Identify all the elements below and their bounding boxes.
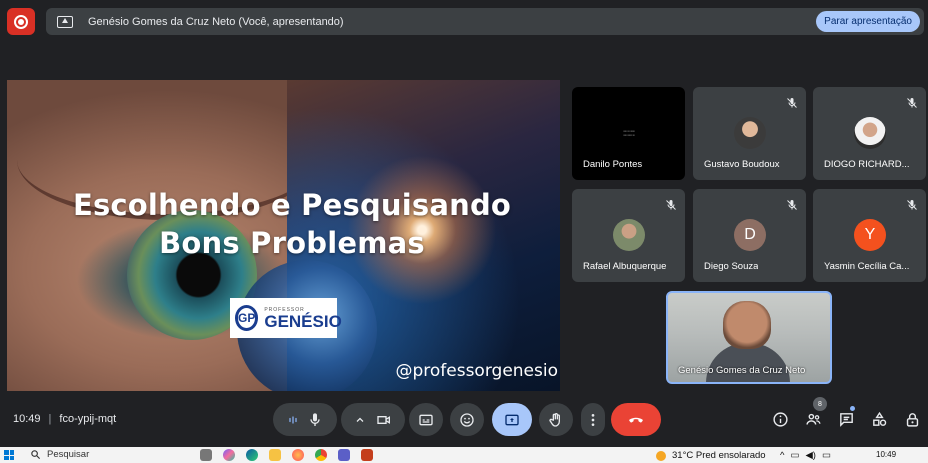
taskbar-search[interactable]: Pesquisar bbox=[30, 449, 89, 460]
people-button[interactable] bbox=[803, 409, 823, 429]
taskbar-clock[interactable]: 10:49 bbox=[876, 450, 896, 459]
participant-avatar: Y bbox=[854, 219, 886, 251]
participant-avatar: D bbox=[734, 219, 766, 251]
copilot-icon[interactable] bbox=[223, 449, 235, 461]
mic-off-icon bbox=[907, 98, 917, 108]
recording-indicator-button[interactable] bbox=[7, 8, 35, 35]
system-tray: ^ ▭ ◀) ▭ bbox=[780, 450, 831, 461]
activities-button[interactable] bbox=[869, 409, 889, 429]
mic-off-icon bbox=[907, 200, 917, 210]
sun-icon bbox=[656, 450, 666, 461]
self-name: Genésio Gomes da Cruz Neto bbox=[678, 365, 806, 376]
file-explorer-icon[interactable] bbox=[269, 449, 281, 461]
participant-name: Yasmin Cecília Ca... bbox=[824, 261, 910, 272]
present-screen-button[interactable] bbox=[492, 403, 532, 436]
logo-big-text: GENÉSIO bbox=[264, 311, 342, 331]
call-end-icon bbox=[629, 417, 643, 422]
microphone-icon bbox=[310, 412, 320, 426]
chevron-up-icon[interactable]: ^ bbox=[780, 450, 784, 461]
slide-title-line1: Escolhendo e Pesquisando bbox=[72, 188, 512, 222]
participant-name: Rafael Albuquerque bbox=[583, 261, 667, 272]
presentation-slide: Escolhendo e Pesquisando Bons Problemas … bbox=[7, 80, 560, 391]
participant-name: Danilo Pontes bbox=[583, 159, 643, 170]
emoji-icon bbox=[460, 412, 474, 427]
host-controls-button[interactable] bbox=[902, 409, 922, 429]
microphone-control[interactable] bbox=[273, 403, 337, 436]
present-screen-icon bbox=[57, 15, 73, 28]
participant-name: Diego Souza bbox=[704, 261, 759, 272]
self-view-tile[interactable]: Genésio Gomes da Cruz Neto bbox=[666, 291, 832, 384]
record-icon bbox=[14, 14, 28, 29]
edge-icon[interactable] bbox=[246, 449, 258, 461]
participant-tile[interactable]: Y Yasmin Cecília Ca... bbox=[813, 189, 926, 282]
mic-off-icon bbox=[666, 200, 676, 210]
participant-avatar bbox=[734, 117, 766, 149]
participant-avatar bbox=[613, 219, 645, 251]
participant-tile[interactable]: Rafael Albuquerque bbox=[572, 189, 685, 282]
task-view-icon[interactable] bbox=[200, 449, 212, 461]
meeting-info: 10:49 | fco-ypij-mqt bbox=[13, 413, 117, 425]
chrome-icon[interactable] bbox=[315, 449, 327, 461]
professor-genesio-logo: GP PROFESSOR GENÉSIO bbox=[230, 298, 342, 338]
chat-icon bbox=[839, 412, 853, 427]
powerpoint-icon[interactable] bbox=[361, 449, 373, 461]
participant-tile[interactable]: ▪▪▪ ▪▪ ▪▪▪▪ ▪▪▪ ▪▪▪▪ ▪▪ Danilo Pontes bbox=[572, 87, 685, 180]
logo-mark: GP bbox=[235, 305, 259, 331]
battery-icon[interactable]: ▭ bbox=[822, 450, 831, 461]
participant-name: DIOGO RICHARD... bbox=[824, 159, 910, 170]
camera-icon bbox=[377, 415, 390, 424]
participant-name: Gustavo Boudoux bbox=[704, 159, 780, 170]
participant-tile[interactable]: DIOGO RICHARD... bbox=[813, 87, 926, 180]
search-placeholder: Pesquisar bbox=[47, 449, 90, 460]
chat-button[interactable] bbox=[836, 409, 856, 429]
mic-off-icon bbox=[787, 98, 797, 108]
camera-control[interactable] bbox=[341, 403, 405, 436]
firefox-icon[interactable] bbox=[292, 449, 304, 461]
audio-level-icon bbox=[289, 415, 297, 424]
captions-button[interactable] bbox=[409, 403, 443, 436]
slide-title-line2: Bons Problemas bbox=[159, 226, 425, 260]
captions-icon bbox=[419, 414, 433, 425]
slide-title: Escolhendo e Pesquisando Bons Problemas bbox=[7, 186, 560, 262]
meet-window: Genésio Gomes da Cruz Neto (Você, aprese… bbox=[0, 0, 928, 463]
taskbar-apps bbox=[200, 449, 373, 461]
chevron-up-icon bbox=[356, 417, 364, 422]
windows-taskbar: Pesquisar 31°C Pred ensolarado ^ ▭ ◀) ▭ … bbox=[0, 447, 928, 463]
hand-icon bbox=[549, 412, 560, 427]
raise-hand-button[interactable] bbox=[539, 403, 573, 436]
present-to-all-icon bbox=[505, 414, 519, 425]
stop-presenting-button[interactable]: Parar apresentação bbox=[816, 11, 920, 32]
mic-off-icon bbox=[787, 200, 797, 210]
more-options-button[interactable] bbox=[581, 403, 605, 436]
teams-icon[interactable] bbox=[338, 449, 350, 461]
social-handle: @professorgenesio bbox=[395, 361, 558, 381]
volume-icon[interactable]: ◀) bbox=[805, 450, 815, 461]
info-icon bbox=[772, 411, 788, 427]
weather-text: 31°C Pred ensolarado bbox=[672, 450, 766, 461]
self-video-body bbox=[706, 343, 790, 382]
windows-start-icon[interactable] bbox=[4, 450, 14, 460]
self-video-person bbox=[723, 301, 771, 349]
people-icon bbox=[805, 413, 821, 425]
participant-avatar bbox=[854, 117, 886, 149]
network-icon[interactable]: ▭ bbox=[790, 450, 799, 461]
meeting-code: fco-ypij-mqt bbox=[59, 413, 117, 425]
leave-call-button[interactable] bbox=[611, 403, 661, 436]
shapes-icon bbox=[872, 411, 886, 426]
weather-widget[interactable]: 31°C Pred ensolarado bbox=[656, 450, 766, 461]
meeting-details-button[interactable] bbox=[770, 409, 790, 429]
meeting-time: 10:49 bbox=[13, 413, 41, 425]
shared-screen-thumbnail: ▪▪▪ ▪▪ ▪▪▪▪ ▪▪▪ ▪▪▪▪ ▪▪ bbox=[623, 129, 635, 137]
search-icon bbox=[31, 450, 41, 460]
presenting-banner: Genésio Gomes da Cruz Neto (Você, aprese… bbox=[46, 8, 924, 35]
more-vert-icon bbox=[591, 413, 595, 426]
participant-tile[interactable]: Gustavo Boudoux bbox=[693, 87, 806, 180]
lock-person-icon bbox=[906, 412, 918, 427]
presenting-text: Genésio Gomes da Cruz Neto (Você, aprese… bbox=[88, 15, 344, 28]
reactions-button[interactable] bbox=[450, 403, 484, 436]
participant-tile[interactable]: D Diego Souza bbox=[693, 189, 806, 282]
